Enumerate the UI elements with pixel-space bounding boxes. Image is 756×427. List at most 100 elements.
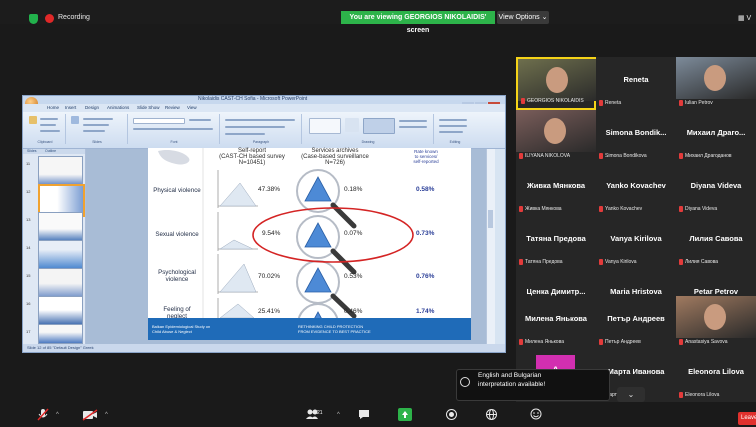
gallery-chevron-button[interactable]: ⌄: [617, 387, 645, 402]
scrollbar-thumb[interactable]: [488, 210, 493, 228]
rate-header: Rate known to services/ self-reported: [413, 149, 439, 164]
ppt-status-text: Slide 12 of 85 "Default Design" Greek: [27, 345, 94, 350]
participants-count: 21: [317, 410, 323, 416]
participant-tile[interactable]: Simona Bondik... Simona Bondikova: [596, 110, 676, 163]
slide-thumbnail[interactable]: [38, 324, 83, 344]
participant-name-bar: Iulian Petrov: [676, 99, 756, 107]
tab-animations[interactable]: Animations: [107, 105, 129, 110]
ppt-ribbon: Clipboard Slides Font Paragraph Drawing …: [23, 112, 505, 149]
chat-icon[interactable]: [358, 409, 370, 420]
shapes-gallery-icon[interactable]: [309, 118, 341, 134]
ribbon-group-label: Editing: [449, 140, 461, 144]
window-buttons: [461, 96, 505, 109]
stop-video-icon[interactable]: [82, 409, 98, 421]
reactions-icon[interactable]: [530, 408, 542, 420]
tab-view[interactable]: View: [187, 105, 197, 110]
ribbon-group-editing: Editing: [435, 114, 475, 144]
tab-slide-show[interactable]: Slide Show: [137, 105, 160, 110]
audio-options-caret-icon[interactable]: ^: [56, 412, 59, 418]
interpretation-line-1: English and Bulgarian: [478, 372, 542, 379]
vertical-scrollbar[interactable]: [486, 149, 495, 344]
participant-video: [676, 57, 756, 99]
slide-thumbnail[interactable]: [38, 240, 83, 271]
participant-tile[interactable]: Живка Мянкова Живка Мянкова: [516, 163, 596, 216]
muted-mic-icon: [599, 206, 603, 212]
muted-mic-icon: [519, 153, 523, 159]
participant-name-bar: Anastasiya Savova: [676, 338, 756, 346]
participant-display-name: Reneta: [605, 100, 622, 106]
mute-microphone-icon[interactable]: [36, 408, 50, 422]
participant-face: [544, 118, 566, 144]
participant-display-name: Vanya Kirilova: [605, 259, 637, 265]
participant-display-name: Татяна Предова: [525, 259, 563, 265]
arrange-icon[interactable]: [345, 118, 359, 132]
quick-styles-icon[interactable]: [363, 118, 395, 134]
participant-face: [546, 67, 568, 93]
self-pct-sexual: 9.54%: [262, 230, 281, 237]
participant-display-name: Петър Андреев: [605, 339, 641, 345]
muted-mic-icon: [599, 100, 603, 106]
row-label-sexual: Sexual violence: [155, 231, 199, 238]
leave-button[interactable]: Leave: [738, 412, 756, 425]
paste-icon[interactable]: [29, 116, 37, 124]
interpretation-globe-button-icon[interactable]: [486, 409, 497, 420]
participant-tile[interactable]: Милена Янькова Милена Янькова: [516, 296, 596, 349]
participant-name: Diyana Videva: [690, 181, 742, 190]
participant-tile[interactable]: Iulian Petrov: [676, 57, 756, 110]
participant-display-name: Yanko Kovachev: [605, 206, 643, 212]
participant-name-bar: GEORGIOS NIKOLAIDIS: [518, 97, 598, 105]
services-header: Services archives (Case-based surveillan…: [301, 148, 369, 166]
participant-display-name: Милена Янькова: [525, 339, 564, 345]
participant-tile[interactable]: Anastasiya Savova: [676, 296, 756, 349]
ribbon-group-slides: Slides: [67, 114, 128, 144]
participant-tile[interactable]: Eleonora Lilova Eleonora Lilova: [676, 349, 756, 402]
ribbon-group-label: Slides: [92, 140, 102, 144]
view-toggle-button[interactable]: ▦ V: [738, 14, 751, 22]
participant-name: Петър Андреев: [607, 314, 665, 323]
tab-design[interactable]: Design: [85, 105, 99, 110]
participants-caret-icon[interactable]: ^: [337, 412, 340, 418]
tab-home[interactable]: Home: [47, 105, 59, 110]
view-options-button[interactable]: View Options ⌄: [497, 11, 549, 24]
interpretation-text: English and Bulgarian interpretation ava…: [478, 371, 545, 389]
thumb-number: 13: [26, 217, 31, 222]
participant-name: Petar Petrov: [693, 287, 739, 296]
participant-name-bar: Diyana Videva: [676, 205, 756, 213]
participant-tile[interactable]: Diyana Videva Diyana Videva: [676, 163, 756, 216]
ribbon-group-label: Font: [170, 140, 178, 144]
interpretation-line-2: interpretation available!: [478, 381, 546, 388]
record-icon[interactable]: [446, 409, 457, 420]
participant-tile[interactable]: GEORGIOS NIKOLAIDIS: [516, 57, 598, 110]
participant-tile[interactable]: Yanko Kovachev Yanko Kovachev: [596, 163, 676, 216]
tab-review[interactable]: Review: [165, 105, 180, 110]
slide-thumbnail[interactable]: [38, 268, 83, 299]
tab-outline[interactable]: Outline: [45, 149, 56, 153]
participant-name-bar: Милена Янькова: [516, 338, 596, 346]
muted-mic-icon: [519, 206, 523, 212]
slide-thumbnail[interactable]: [38, 212, 83, 243]
participant-tile[interactable]: Татяна Предова Татяна Предова: [516, 216, 596, 269]
thumb-number: 14: [26, 245, 31, 250]
video-options-caret-icon[interactable]: ^: [105, 412, 108, 418]
ribbon-group-drawing: Drawing: [303, 114, 434, 144]
participant-tile[interactable]: Vanya Kirilova Vanya Kirilova: [596, 216, 676, 269]
security-shield-icon[interactable]: [29, 14, 38, 24]
slide-thumbnail[interactable]: [38, 156, 83, 187]
participant-tile[interactable]: Петър Андреев Петър Андреев: [596, 296, 676, 349]
tab-insert[interactable]: Insert: [65, 105, 76, 110]
participant-tile[interactable]: Reneta Reneta: [596, 57, 676, 110]
participant-tile[interactable]: Лилия Савова Лилия Савова: [676, 216, 756, 269]
participant-tile[interactable]: ILIYANA NIKOLOVA: [516, 110, 596, 163]
row-label-psychological: Psychological violence: [158, 269, 196, 283]
new-slide-icon[interactable]: [71, 116, 79, 124]
participant-video: [676, 296, 756, 338]
self-pct-physical: 47.38%: [258, 186, 281, 193]
participant-tile[interactable]: Михаил Драго... Михаил Драгоданов: [676, 110, 756, 163]
tab-slides[interactable]: Slides: [27, 149, 37, 153]
slides-pane: Slides Outline 11 12 13 14 15 16 17: [23, 149, 86, 344]
muted-mic-icon: [599, 259, 603, 265]
thumb-number: 15: [26, 273, 31, 278]
muted-mic-icon: [599, 339, 603, 345]
share-screen-icon[interactable]: [398, 408, 412, 421]
slide-thumbnail[interactable]: [38, 296, 83, 327]
